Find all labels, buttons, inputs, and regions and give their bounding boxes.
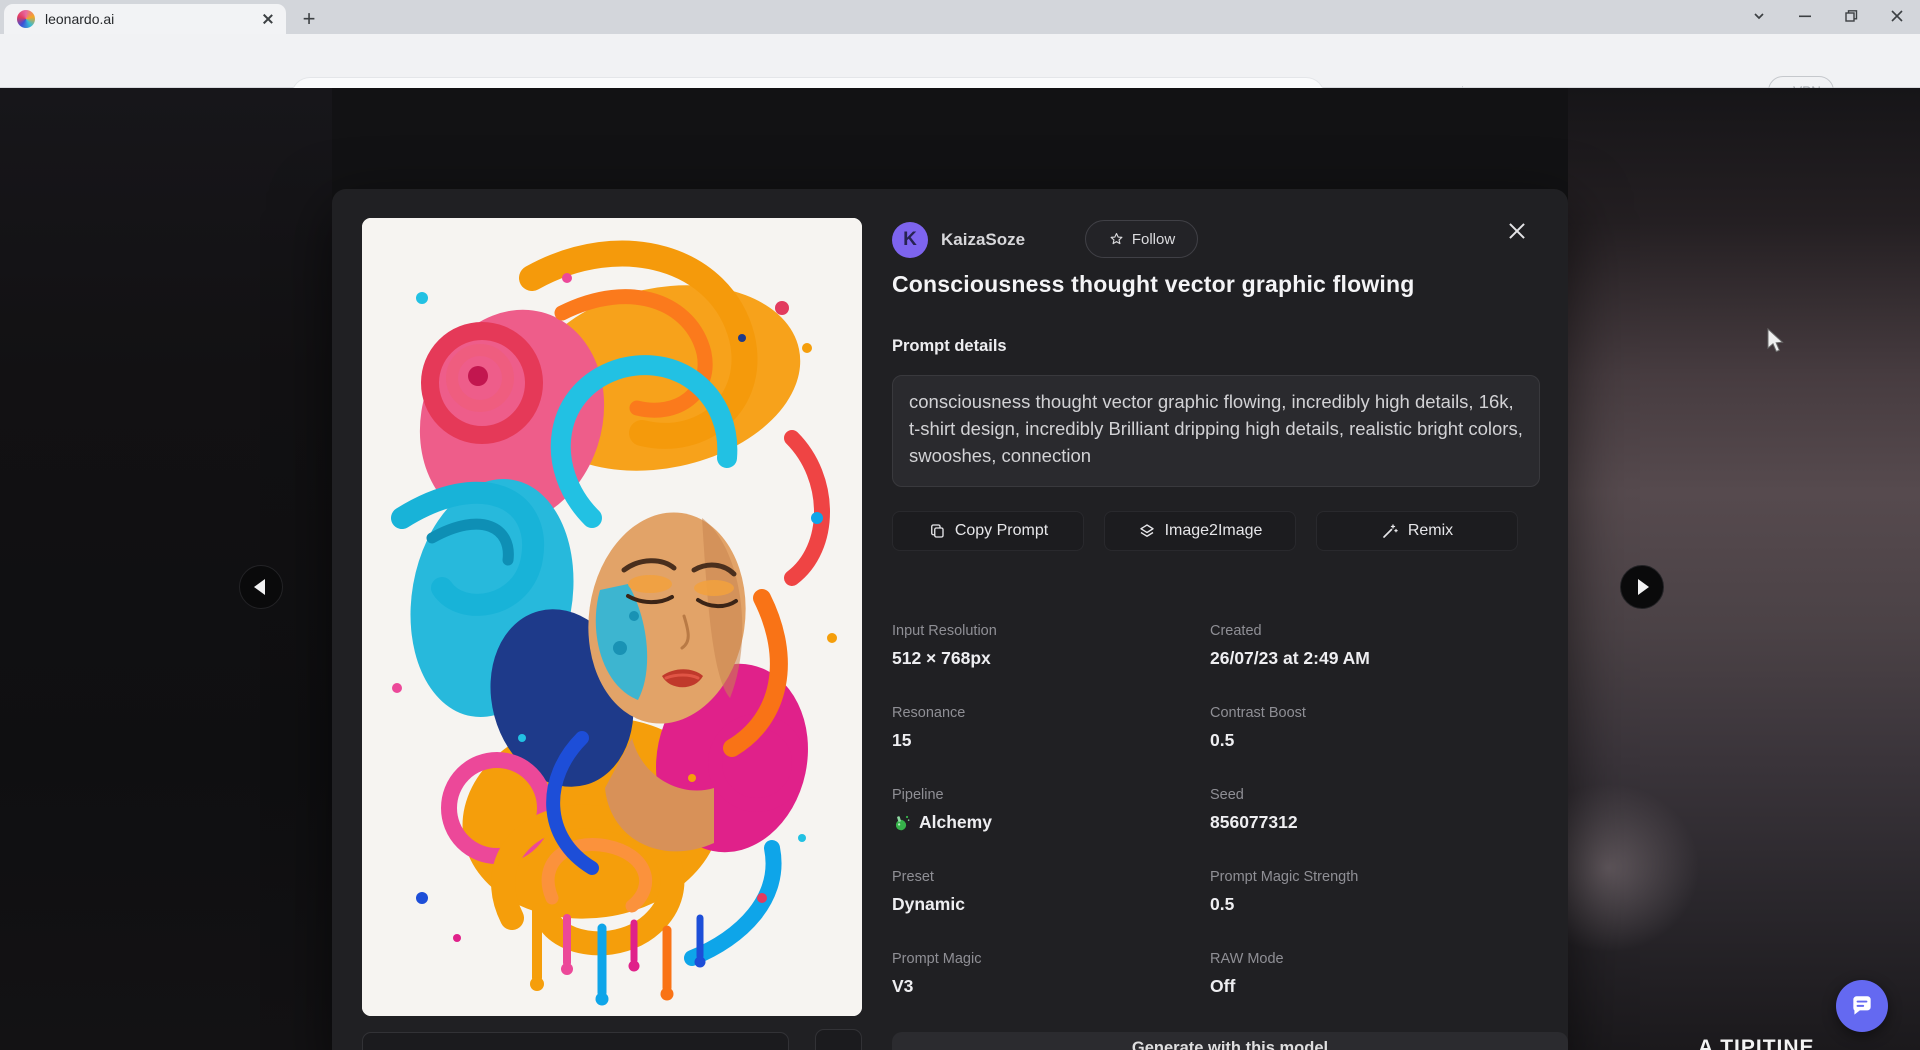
tab-favicon-icon (17, 10, 35, 28)
detail-value: 26/07/23 at 2:49 AM (1210, 648, 1552, 669)
browser-tab-strip: leonardo.ai + (0, 0, 1920, 34)
tab-title: leonardo.ai (45, 11, 260, 27)
detail-label: RAW Mode (1210, 951, 1552, 967)
prompt-box[interactable]: consciousness thought vector graphic flo… (892, 375, 1540, 487)
detail-label: Seed (1210, 787, 1552, 803)
new-tab-button[interactable]: + (296, 6, 322, 32)
detail-label: Prompt Magic (892, 951, 1210, 967)
detail-seed: Seed 856077312 (1210, 787, 1552, 869)
copy-prompt-label: Copy Prompt (955, 522, 1048, 540)
pipeline-value: Alchemy (919, 812, 992, 833)
detail-label: Resonance (892, 705, 1210, 721)
action-button-row: Copy Prompt Image2Image Remix (892, 511, 1540, 551)
follow-button[interactable]: Follow (1085, 220, 1198, 258)
remix-label: Remix (1408, 522, 1453, 540)
detail-input-resolution: Input Resolution 512 × 768px (892, 623, 1210, 705)
detail-contrast-boost: Contrast Boost 0.5 (1210, 705, 1552, 787)
username[interactable]: KaizaSoze (941, 230, 1025, 250)
detail-label: Preset (892, 869, 1210, 885)
tab-close-icon[interactable] (260, 11, 276, 27)
detail-raw-mode: RAW Mode Off (1210, 951, 1552, 1033)
browser-tab[interactable]: leonardo.ai (4, 4, 286, 34)
backdrop-left (0, 88, 332, 1050)
minimize-button[interactable] (1782, 0, 1828, 32)
browser-toolbar: app.leonardo.ai VPN (0, 34, 1920, 88)
detail-value: Off (1210, 976, 1552, 997)
detail-value: 0.5 (1210, 894, 1552, 915)
detail-resonance: Resonance 15 (892, 705, 1210, 787)
copy-icon (928, 522, 946, 540)
detail-value: 512 × 768px (892, 648, 1210, 669)
tab-search-chevron-icon[interactable] (1736, 0, 1782, 32)
magic-wand-icon (1381, 522, 1399, 540)
image-detail-modal: K KaizaSoze Follow Consciousness thought… (332, 189, 1568, 1050)
remix-button[interactable]: Remix (1316, 511, 1518, 551)
detail-value: V3 (892, 976, 1210, 997)
detail-label: Prompt Magic Strength (1210, 869, 1552, 885)
backdrop-right-blur (1568, 88, 1920, 1050)
star-icon (1108, 231, 1125, 248)
prompt-text: consciousness thought vector graphic flo… (909, 388, 1523, 469)
next-image-button[interactable] (1620, 565, 1664, 609)
prompt-details-heading: Prompt details (892, 337, 1007, 356)
generation-title: Consciousness thought vector graphic flo… (892, 271, 1552, 298)
potion-icon (892, 813, 911, 832)
window-controls (1736, 0, 1920, 32)
detail-label: Created (1210, 623, 1552, 639)
detail-value: Alchemy (892, 812, 1210, 833)
detail-prompt-magic-strength: Prompt Magic Strength 0.5 (1210, 869, 1552, 951)
detail-label: Input Resolution (892, 623, 1210, 639)
chevron-left-icon (254, 579, 265, 595)
follow-label: Follow (1132, 231, 1175, 248)
screen: { "browser": { "tab_title": "leonardo.ai… (0, 0, 1920, 1050)
detail-preset: Preset Dynamic (892, 869, 1210, 951)
user-avatar[interactable]: K (892, 222, 928, 258)
restore-button[interactable] (1828, 0, 1874, 32)
detail-label: Pipeline (892, 787, 1210, 803)
copy-prompt-button[interactable]: Copy Prompt (892, 511, 1084, 551)
detail-value: 856077312 (1210, 812, 1552, 833)
generate-with-model-button[interactable]: Generate with this model (892, 1032, 1568, 1050)
mouse-cursor (1766, 328, 1790, 361)
detail-created: Created 26/07/23 at 2:49 AM (1210, 623, 1552, 705)
detail-prompt-magic: Prompt Magic V3 (892, 951, 1210, 1033)
detail-value: Dynamic (892, 894, 1210, 915)
detail-value: 15 (892, 730, 1210, 751)
bottom-toolbar-stub (362, 1032, 789, 1050)
detail-value: 0.5 (1210, 730, 1552, 751)
generated-artwork-image[interactable] (362, 218, 862, 1016)
watermark-text: A TIPITINE (1698, 1036, 1878, 1050)
chevron-right-icon (1638, 579, 1649, 595)
bottom-button-stub (815, 1029, 862, 1050)
layers-icon (1138, 522, 1156, 540)
chat-bubble-icon (1849, 993, 1875, 1019)
detail-label: Contrast Boost (1210, 705, 1552, 721)
close-icon[interactable] (1504, 218, 1530, 244)
close-window-button[interactable] (1874, 0, 1920, 32)
generation-details-grid: Input Resolution 512 × 768px Created 26/… (892, 623, 1552, 1033)
image2image-button[interactable]: Image2Image (1104, 511, 1296, 551)
support-chat-button[interactable] (1836, 980, 1888, 1032)
previous-image-button[interactable] (239, 565, 283, 609)
image2image-label: Image2Image (1165, 522, 1263, 540)
detail-pipeline: Pipeline Alchemy (892, 787, 1210, 869)
